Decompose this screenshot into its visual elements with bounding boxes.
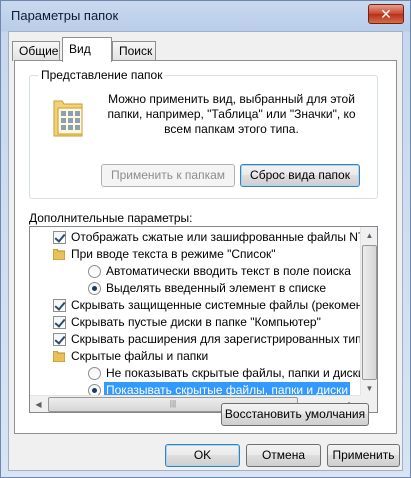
dialog-client-area: Общие Вид Поиск Представление папок Можн…	[8, 31, 403, 471]
vertical-scroll-thumb[interactable]	[362, 245, 377, 380]
folder-options-window: Параметры папок ✕ Общие Вид Поиск Предст…	[0, 0, 411, 478]
restore-defaults-button[interactable]: Восстановить умолчания	[221, 403, 369, 426]
checkbox-hide-system-files[interactable]	[53, 299, 66, 312]
radio-dont-show-hidden[interactable]	[88, 367, 101, 380]
tree-item-compressed-files[interactable]: Отображать сжатые или зашифрованные файл…	[30, 229, 377, 246]
radio-select-typed[interactable]	[88, 282, 101, 295]
title-bar[interactable]: Параметры папок ✕	[1, 1, 410, 31]
vertical-scrollbar[interactable]: ▲ ▼	[360, 227, 377, 397]
tab-view[interactable]: Вид	[62, 37, 112, 62]
folder-views-label: Представление папок	[38, 68, 166, 82]
tree-item-hide-extensions[interactable]: Скрывать расширения для зарегистрированн…	[30, 331, 377, 348]
tab-general[interactable]: Общие	[12, 41, 60, 61]
close-button[interactable]: ✕	[368, 4, 404, 24]
folder-views-group: Представление папок Можно применить вид,…	[29, 68, 378, 199]
advanced-settings-label: Дополнительные параметры:	[29, 211, 193, 225]
tree-item-select-typed[interactable]: Выделять введенный элемент в списке	[30, 280, 362, 297]
tree-item-dont-show-hidden[interactable]: Не показывать скрытые файлы, папки и дис…	[30, 365, 365, 382]
folder-view-icon	[53, 100, 83, 137]
checkbox-compressed-files[interactable]	[53, 231, 66, 244]
radio-auto-search[interactable]	[88, 265, 101, 278]
folder-icon	[53, 351, 65, 362]
apply-button[interactable]: Применить	[327, 444, 400, 467]
tree-item-auto-search[interactable]: Автоматически вводить текст в поле поиск…	[30, 263, 362, 280]
tree-item-hide-system-files[interactable]: Скрывать защищенные системные файлы (рек…	[30, 297, 377, 314]
checkbox-hide-extensions[interactable]	[53, 333, 66, 346]
scroll-up-icon[interactable]: ▲	[361, 227, 377, 244]
tab-search[interactable]: Поиск	[112, 41, 156, 61]
checkbox-hide-empty-drives[interactable]	[53, 316, 66, 329]
cancel-button[interactable]: Отмена	[246, 444, 321, 467]
folder-views-description: Можно применить вид, выбранный для этой …	[107, 92, 356, 136]
ok-button[interactable]: OK	[165, 444, 240, 467]
apply-to-folders-button[interactable]: Применить к папкам	[101, 164, 235, 187]
tree-item-typing-list: При вводе текста в режиме "Список"	[30, 246, 362, 263]
scroll-left-icon[interactable]: ◀	[30, 396, 47, 412]
view-tab-panel: Представление папок Можно применить вид,…	[14, 60, 397, 434]
advanced-settings-tree[interactable]: Отображать сжатые или зашифрованные файл…	[29, 226, 378, 413]
tree-item-hidden-files: Скрытые файлы и папки	[30, 348, 362, 365]
window-title: Параметры папок	[11, 8, 119, 23]
folder-icon	[53, 249, 65, 260]
tree-item-hide-empty-drives[interactable]: Скрывать пустые диски в папке "Компьютер…	[30, 314, 362, 331]
close-icon: ✕	[380, 6, 392, 22]
reset-folders-button[interactable]: Сброс вида папок	[240, 164, 360, 187]
